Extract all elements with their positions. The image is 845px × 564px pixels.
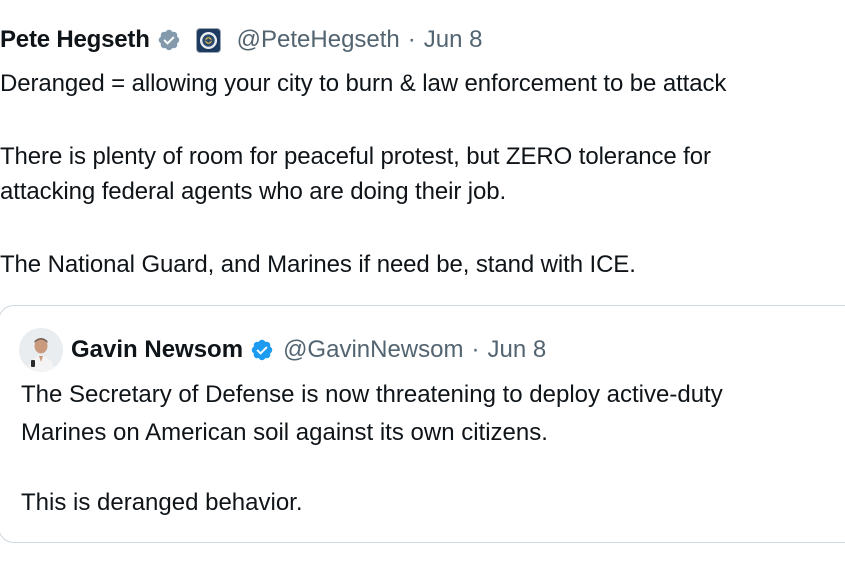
quoted-tweet-date[interactable]: Jun 8	[487, 336, 546, 364]
avatar[interactable]	[19, 328, 63, 372]
quoted-tweet-header: Gavin Newsom @GavinNewsom · Jun 8	[19, 328, 546, 372]
tweet-text-line-3: attacking federal agents who are doing t…	[0, 178, 507, 205]
verified-blue-badge-icon[interactable]	[249, 337, 275, 363]
tweet-header: Pete Hegseth @PeteHegseth · Jun 8	[0, 22, 483, 58]
quoted-text-line-3: This is deranged behavior.	[21, 489, 303, 516]
separator-dot: ·	[407, 26, 416, 53]
quoted-author-name[interactable]: Gavin Newsom	[71, 336, 243, 364]
quoted-tweet-card[interactable]: Gavin Newsom @GavinNewsom · Jun 8 The Se…	[0, 305, 845, 543]
tweet-text-line-2: There is plenty of room for peaceful pro…	[0, 143, 711, 170]
tweet-date[interactable]: Jun 8	[424, 26, 483, 54]
tweet: Pete Hegseth @PeteHegseth · Jun 8 Derang…	[0, 0, 845, 564]
tweet-text-line-1: Deranged = allowing your city to burn & …	[0, 70, 727, 97]
verified-gray-badge-icon[interactable]	[156, 27, 182, 53]
quoted-text-line-1: The Secretary of Defense is now threaten…	[21, 381, 723, 408]
author-name[interactable]: Pete Hegseth	[0, 26, 150, 54]
separator-dot: ·	[471, 336, 480, 363]
quoted-author-handle[interactable]: @GavinNewsom	[283, 336, 463, 364]
tweet-text-line-4: The National Guard, and Marines if need …	[0, 251, 636, 278]
author-handle[interactable]: @PeteHegseth	[237, 26, 400, 54]
quoted-text-line-2: Marines on American soil against its own…	[21, 419, 548, 446]
dod-seal-icon[interactable]	[195, 27, 221, 53]
